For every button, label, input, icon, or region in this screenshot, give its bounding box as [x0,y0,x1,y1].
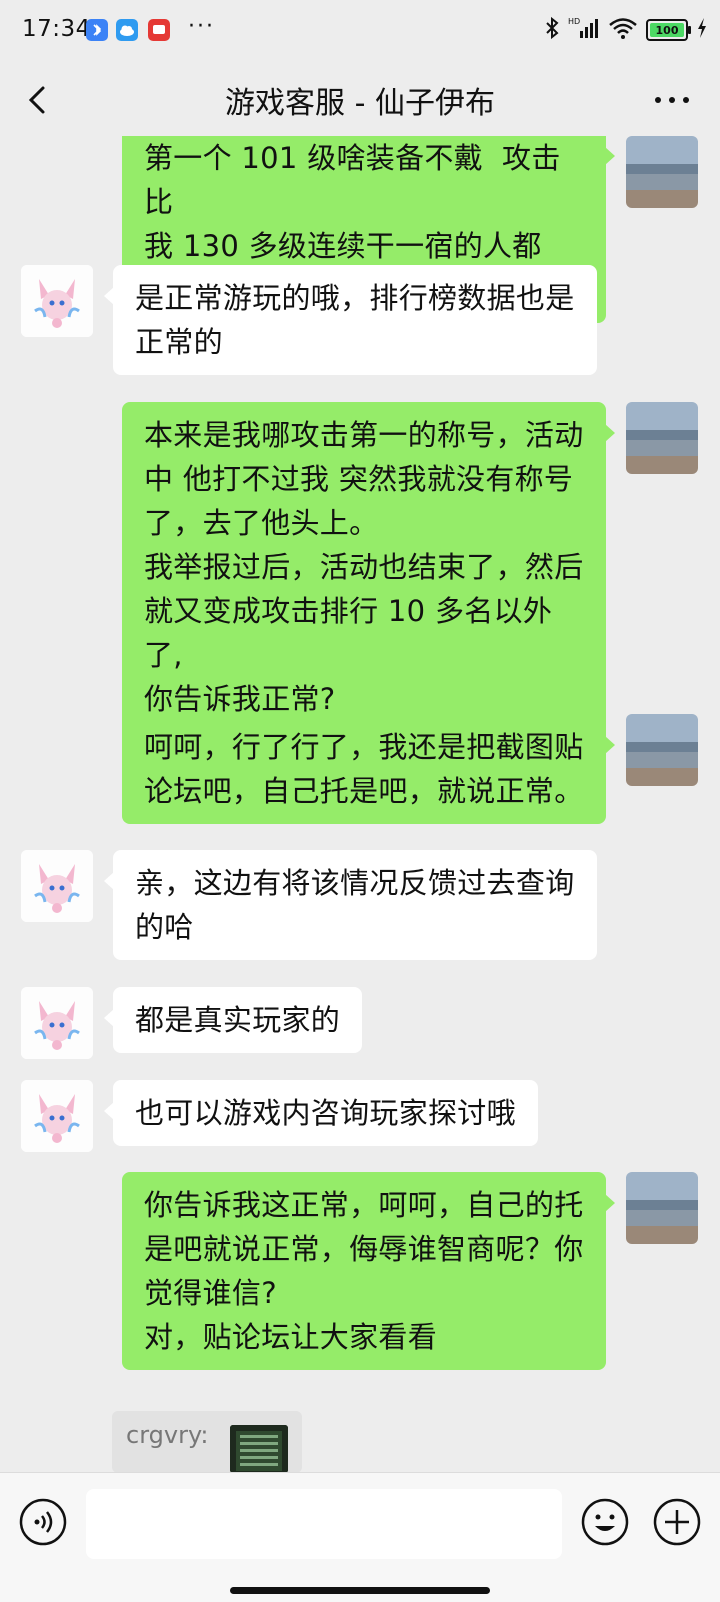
status-more-dots: ··· [188,14,215,39]
home-indicator[interactable] [230,1587,490,1594]
signal-icon: HD [568,16,600,44]
more-button[interactable] [650,82,694,118]
my-avatar[interactable] [626,136,698,208]
voice-button[interactable] [18,1497,68,1547]
service-avatar[interactable] [21,265,93,337]
battery-icon: 100 [646,19,691,41]
bluetooth-icon [544,16,560,44]
service-avatar[interactable] [21,1080,93,1152]
chat-title: 游戏客服 - 仙子伊布 [225,86,495,121]
message-input[interactable] [86,1489,562,1559]
my-avatar[interactable] [626,402,698,474]
message-bubble[interactable]: 呵呵，行了行了，我还是把截图贴 论坛吧，自己托是吧，就说正常。 [122,714,615,824]
message-bubble[interactable]: 也可以游戏内咨询玩家探讨哦 [104,1080,538,1146]
my-avatar[interactable] [626,714,698,786]
status-time: 17:34 [22,16,91,42]
red-app-icon [148,19,170,41]
message-bubble[interactable]: 都是真实玩家的 [103,987,363,1053]
status-right-group: HD 100 [544,16,708,44]
quote-preview[interactable]: crgvry: [112,1411,302,1473]
quote-sender: crgvry: [126,1421,209,1449]
charging-icon [696,17,708,43]
svg-text:HD: HD [568,17,580,26]
service-avatar[interactable] [21,987,93,1059]
plus-button[interactable] [652,1497,702,1547]
battery-level: 100 [655,23,679,37]
message-bubble[interactable]: 亲，这边有将该情况反馈过去查询 的哈 [104,850,597,960]
status-bar: 17:34 ··· HD 100 [0,0,720,64]
input-bar [0,1472,720,1602]
message-bubble[interactable]: 是正常游玩的哦，排行榜数据也是 正常的 [104,265,597,375]
quote-image-thumbnail[interactable] [230,1425,288,1473]
service-avatar[interactable] [21,850,93,922]
message-bubble[interactable]: 你告诉我这正常，呵呵，自己的托 是吧就说正常，侮辱谁智商呢？你 觉得谁信? 对，… [122,1172,615,1370]
emoji-button[interactable] [580,1497,630,1547]
more-dots-icon [655,97,689,103]
chat-area[interactable]: 第一个 101 级啥装备不戴 攻击比 我 130 多级连续干一宿的人都高? 是正… [0,136,720,1472]
emoji-icon [581,1498,629,1546]
bluetooth-app-icon [86,19,108,41]
nav-bar: 游戏客服 - 仙子伊布 [0,64,720,136]
plus-icon [653,1498,701,1546]
message-bubble[interactable]: 本来是我哪攻击第一的称号，活动 中 他打不过我 突然我就没有称号 了，去了他头上… [122,402,615,732]
wifi-icon [608,16,638,44]
my-avatar[interactable] [626,1172,698,1244]
cloud-app-icon [116,19,138,41]
voice-icon [19,1498,67,1546]
